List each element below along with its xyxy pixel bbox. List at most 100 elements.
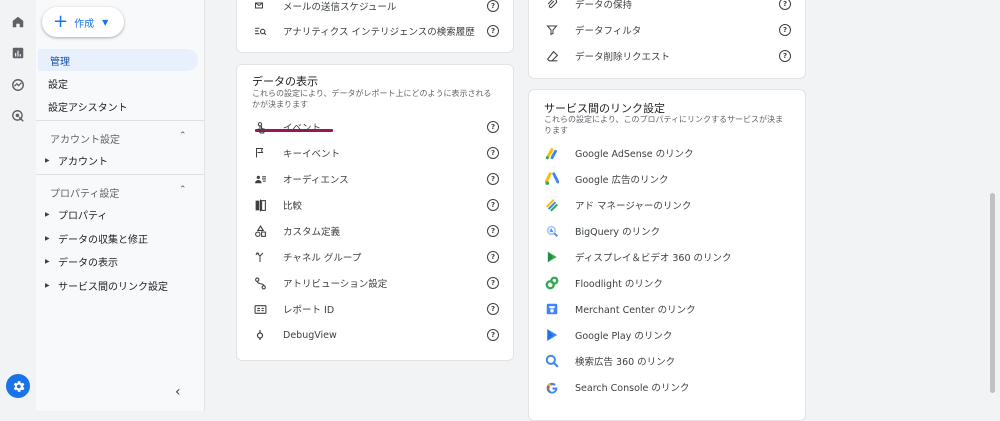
- row-label: ディスプレイ＆ビデオ 360 のリンク: [575, 253, 732, 264]
- sidebar-item-label: 設定アシスタント: [48, 102, 128, 114]
- schedule-email-icon: [253, 0, 267, 13]
- list-item-floodlight[interactable]: Floodlight のリンク: [529, 272, 805, 294]
- help-icon[interactable]: ?: [487, 303, 499, 315]
- list-item-custom-definitions[interactable]: カスタム定義 ?: [237, 220, 513, 242]
- help-icon[interactable]: ?: [487, 25, 499, 37]
- list-item[interactable]: データの保持 ?: [529, 0, 805, 15]
- help-icon[interactable]: ?: [487, 199, 499, 211]
- help-icon[interactable]: ?: [487, 121, 499, 133]
- eraser-icon: [545, 49, 559, 63]
- admin-sidebar: + 作成 ▼ 管理 設定 設定アシスタント アカウント設定 ⌃ ▶ アカウント …: [36, 0, 205, 411]
- list-item-search-console[interactable]: Search Console のリンク: [529, 376, 805, 398]
- chevron-up-icon[interactable]: ⌃: [179, 185, 187, 195]
- bar-chart-icon[interactable]: [9, 44, 27, 62]
- sidebar-item-label: プロパティ: [58, 210, 108, 222]
- sidebar-item-label: サービス間のリンク設定: [58, 281, 168, 293]
- list-item[interactable]: データ削除リクエスト ?: [529, 45, 805, 67]
- sidebar-item-product-links[interactable]: ▶ サービス間のリンク設定: [36, 274, 168, 296]
- create-button[interactable]: + 作成 ▼: [42, 7, 124, 37]
- list-item-ad-manager[interactable]: アド マネージャーのリンク: [529, 194, 805, 216]
- list-item-google-ads[interactable]: Google 広告のリンク: [529, 168, 805, 190]
- sidebar-item-account[interactable]: ▶ アカウント: [36, 149, 108, 171]
- expand-arrow-icon: ▶: [45, 281, 50, 289]
- explore-icon[interactable]: [9, 76, 27, 94]
- merchant-center-icon: [545, 302, 559, 316]
- help-icon[interactable]: ?: [779, 50, 791, 62]
- help-icon[interactable]: ?: [487, 147, 499, 159]
- sidebar-item-label: アカウント: [58, 156, 108, 168]
- account-settings-heading[interactable]: アカウント設定: [50, 131, 120, 146]
- floodlight-icon: [545, 276, 559, 290]
- help-icon[interactable]: ?: [487, 251, 499, 263]
- help-icon[interactable]: ?: [487, 0, 499, 12]
- expand-arrow-icon: ▶: [45, 156, 50, 164]
- list-item-google-play[interactable]: Google Play のリンク: [529, 324, 805, 346]
- page-scrollbar[interactable]: [990, 193, 995, 393]
- help-icon[interactable]: ?: [487, 329, 499, 341]
- list-item-comparisons[interactable]: 比較 ?: [237, 194, 513, 216]
- help-icon[interactable]: ?: [487, 225, 499, 237]
- row-label: BigQuery のリンク: [575, 227, 661, 238]
- row-label: キーイベント: [283, 149, 341, 160]
- sidebar-item-admin[interactable]: 管理: [38, 49, 198, 71]
- collapse-sidebar-icon[interactable]: ‹: [175, 384, 181, 400]
- search-console-icon: [545, 380, 559, 394]
- sidebar-item-label: 管理: [50, 56, 70, 68]
- row-label: メールの送信スケジュール: [283, 2, 397, 13]
- list-item-merchant-center[interactable]: Merchant Center のリンク: [529, 298, 805, 320]
- row-label: カスタム定義: [283, 227, 341, 238]
- expand-arrow-icon: ▶: [45, 234, 50, 242]
- list-item-debugview[interactable]: DebugView ?: [237, 324, 513, 346]
- sidebar-item-data-collection[interactable]: ▶ データの収集と修正: [36, 227, 148, 249]
- ad-manager-icon: [545, 198, 559, 212]
- bigquery-icon: [545, 224, 559, 238]
- list-item[interactable]: メールの送信スケジュール ?: [237, 0, 513, 17]
- row-label: DebugView: [283, 329, 337, 341]
- audience-icon: [253, 172, 267, 186]
- help-icon[interactable]: ?: [779, 24, 791, 36]
- list-item-channel-groups[interactable]: チャネル グループ ?: [237, 246, 513, 268]
- list-item-bigquery[interactable]: BigQuery のリンク: [529, 220, 805, 242]
- list-item-search-ads-360[interactable]: 検索広告 360 のリンク: [529, 350, 805, 372]
- settings-gear-icon[interactable]: [6, 374, 30, 398]
- help-icon[interactable]: ?: [487, 173, 499, 185]
- list-item-reporting-identity[interactable]: レポート ID ?: [237, 298, 513, 320]
- row-label: データフィルタ: [575, 26, 642, 37]
- row-label: Google AdSense のリンク: [575, 149, 694, 160]
- plus-icon: +: [53, 11, 69, 32]
- row-label: イベント: [283, 123, 322, 134]
- list-item[interactable]: データフィルタ ?: [529, 19, 805, 41]
- sidebar-item-data-display[interactable]: ▶ データの表示: [36, 250, 118, 272]
- list-item[interactable]: アナリティクス インテリジェンスの検索履歴 ?: [237, 20, 513, 42]
- sidebar-item-label: 設定: [48, 79, 68, 91]
- list-item-audiences[interactable]: オーディエンス ?: [237, 168, 513, 190]
- card-description: これらの設定により、データがレポート上にどのように表示される: [252, 89, 492, 98]
- list-item-adsense[interactable]: Google AdSense のリンク: [529, 142, 805, 164]
- caret-down-icon: ▼: [102, 17, 109, 27]
- left-rail: [0, 0, 36, 411]
- row-label: アトリビューション設定: [283, 279, 388, 290]
- help-icon[interactable]: ?: [487, 277, 499, 289]
- home-icon[interactable]: [9, 13, 27, 31]
- sidebar-item-label: データの収集と修正: [58, 234, 148, 246]
- row-label: チャネル グループ: [283, 253, 362, 264]
- list-item-key-events[interactable]: キーイベント ?: [237, 142, 513, 164]
- sidebar-item-property[interactable]: ▶ プロパティ: [36, 203, 107, 225]
- list-item-attribution-settings[interactable]: アトリビューション設定 ?: [237, 272, 513, 294]
- shapes-icon: [253, 224, 267, 238]
- row-label: Floodlight のリンク: [575, 279, 663, 290]
- chevron-up-icon[interactable]: ⌃: [179, 131, 187, 141]
- card-description: ります: [544, 126, 568, 135]
- row-label: 検索広告 360 のリンク: [575, 357, 676, 368]
- property-settings-heading[interactable]: プロパティ設定: [50, 185, 119, 200]
- sidebar-item-setup-assistant[interactable]: 設定アシスタント: [36, 95, 128, 117]
- row-label: レポート ID: [283, 305, 335, 316]
- help-icon[interactable]: ?: [779, 0, 791, 10]
- divider: [36, 120, 204, 121]
- sidebar-item-settings[interactable]: 設定: [36, 72, 68, 94]
- row-label: Search Console のリンク: [575, 383, 690, 394]
- list-item-events[interactable]: イベント ?: [237, 116, 513, 138]
- card-top-right: データの保持 ? データフィルタ ? データ削除リクエスト ?: [528, 0, 806, 79]
- list-item-dv360[interactable]: ディスプレイ＆ビデオ 360 のリンク: [529, 246, 805, 268]
- ads-icon[interactable]: [9, 107, 27, 125]
